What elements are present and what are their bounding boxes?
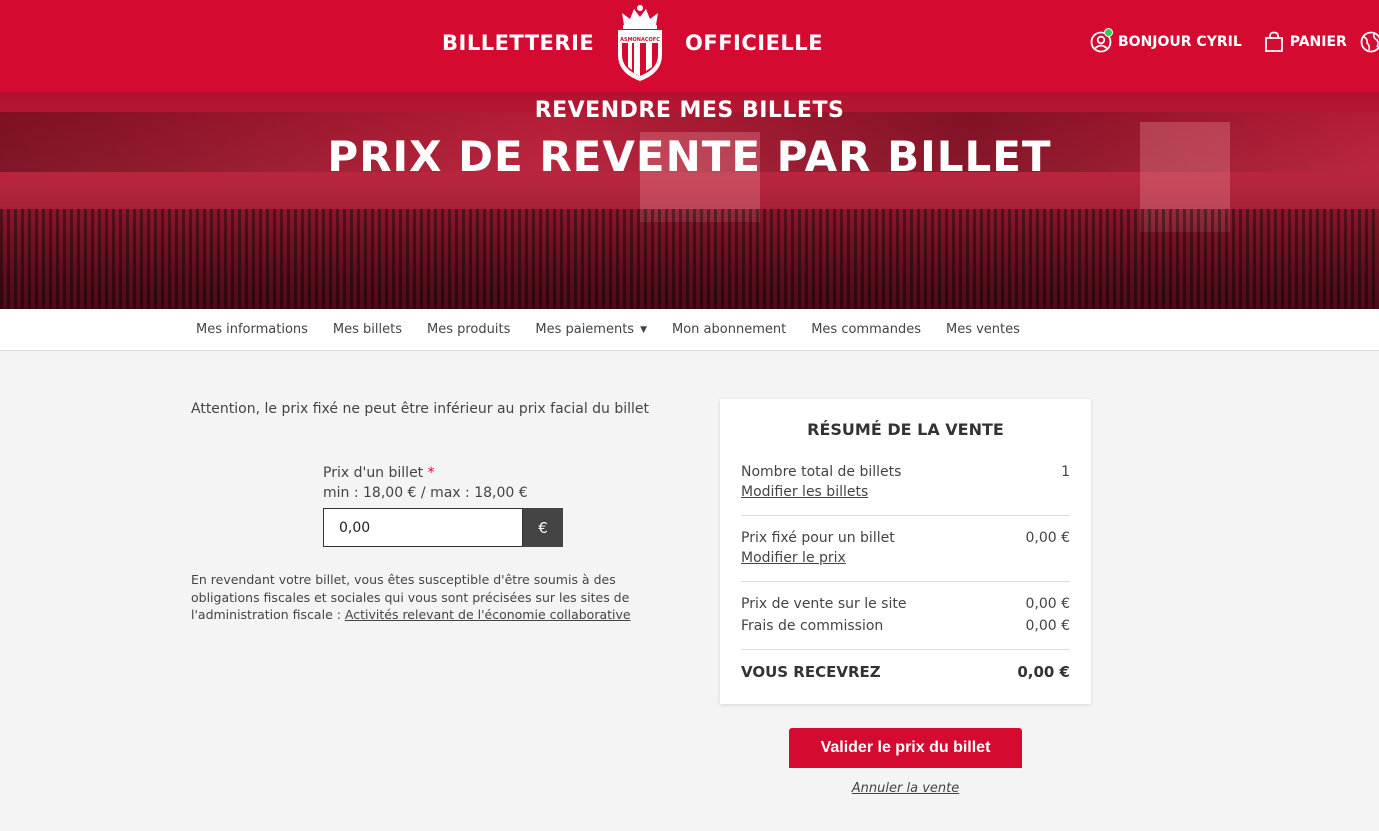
stadium-stands-decoration	[0, 209, 1379, 309]
club-crest-logo[interactable]: ASMONACOFC	[614, 3, 666, 83]
account-link[interactable]: BONJOUR CYRIL	[1090, 28, 1242, 53]
cancel-sale-link[interactable]: Annuler la vente	[852, 781, 959, 796]
cancel-link-wrap: Annuler la vente	[0, 779, 1379, 797]
summary-row-site-price: Prix de vente sur le site 0,00 €	[741, 594, 1070, 614]
currency-addon: €	[523, 508, 563, 547]
summary-divider	[741, 649, 1070, 650]
subnav-item-ventes[interactable]: Mes ventes	[946, 322, 1020, 337]
cart-label: PANIER	[1289, 34, 1347, 50]
fixed-price-value: 0,00 €	[1025, 530, 1070, 546]
subnav-item-informations[interactable]: Mes informations	[196, 322, 308, 337]
price-label-line: Prix d'un billet *	[323, 463, 528, 483]
modify-price-link[interactable]: Modifier le prix	[741, 550, 846, 566]
summary-row-commission: Frais de commission 0,00 €	[741, 616, 1070, 636]
summary-row-total-tickets: Nombre total de billets 1 Modifier les b…	[741, 462, 1070, 502]
subnav-item-billets[interactable]: Mes billets	[333, 322, 402, 337]
page-title: PRIX DE REVENTE PAR BILLET	[327, 132, 1052, 181]
modify-tickets-link[interactable]: Modifier les billets	[741, 484, 868, 500]
summary-row-fixed-price: Prix fixé pour un billet 0,00 € Modifier…	[741, 528, 1070, 568]
summary-divider	[741, 515, 1070, 516]
total-tickets-value: 1	[1061, 464, 1070, 480]
price-label: Prix d'un billet	[323, 465, 424, 481]
commission-value: 0,00 €	[1025, 618, 1070, 634]
account-subnav: Mes informations Mes billets Mes produit…	[0, 309, 1379, 351]
subnav-item-paiements[interactable]: Mes paiements ▼	[535, 322, 647, 337]
price-input-group: €	[323, 508, 563, 547]
hero-banner: REVENDRE MES BILLETS PRIX DE REVENTE PAR…	[0, 92, 1379, 309]
online-status-dot	[1104, 28, 1113, 37]
summary-row-total-received: VOUS RECEVREZ 0,00 €	[741, 662, 1070, 682]
sale-summary-card: RÉSUMÉ DE LA VENTE Nombre total de bille…	[720, 399, 1091, 704]
hero-subtitle: REVENDRE MES BILLETS	[534, 98, 845, 123]
cart-link[interactable]: PANIER	[1264, 31, 1347, 53]
site-price-value: 0,00 €	[1025, 596, 1070, 612]
brand-right-text: OFFICIELLE	[685, 31, 824, 55]
tax-info-link[interactable]: Activités relevant de l'économie collabo…	[345, 607, 631, 622]
required-mark: *	[427, 465, 435, 481]
top-header: BILLETTERIE ASMONACOFC OFFICIELLE BONJOU…	[0, 0, 1379, 92]
site-price-label: Prix de vente sur le site	[741, 596, 907, 612]
cart-bag-icon	[1264, 31, 1283, 52]
crest-text: ASMONACOFC	[620, 37, 660, 43]
price-warning-text: Attention, le prix fixé ne peut être inf…	[191, 401, 650, 417]
chevron-down-icon: ▼	[640, 325, 647, 335]
brand-left-text: BILLETTERIE	[442, 31, 595, 55]
summary-title: RÉSUMÉ DE LA VENTE	[807, 420, 1004, 439]
price-range-text: min : 18,00 € / max : 18,00 €	[323, 485, 528, 501]
subnav-item-commandes[interactable]: Mes commandes	[811, 322, 921, 337]
receive-value: 0,00 €	[1017, 663, 1070, 681]
total-tickets-label: Nombre total de billets	[741, 464, 902, 480]
tax-note: En revendant votre billet, vous êtes sus…	[191, 571, 681, 624]
validate-price-button[interactable]: Valider le prix du billet	[789, 728, 1022, 768]
price-label-block: Prix d'un billet * min : 18,00 € / max :…	[323, 463, 528, 503]
subnav-item-abonnement[interactable]: Mon abonnement	[672, 322, 786, 337]
globe-language-icon[interactable]	[1360, 31, 1379, 53]
summary-divider	[741, 581, 1070, 582]
greeting-label: BONJOUR CYRIL	[1118, 34, 1242, 50]
subnav-item-produits[interactable]: Mes produits	[427, 322, 510, 337]
user-icon	[1090, 28, 1113, 53]
subnav-item-paiements-label: Mes paiements	[535, 322, 635, 337]
user-area: BONJOUR CYRIL PANIER	[1090, 28, 1347, 53]
price-input[interactable]	[323, 508, 523, 547]
commission-label: Frais de commission	[741, 618, 884, 634]
fixed-price-label: Prix fixé pour un billet	[741, 530, 895, 546]
